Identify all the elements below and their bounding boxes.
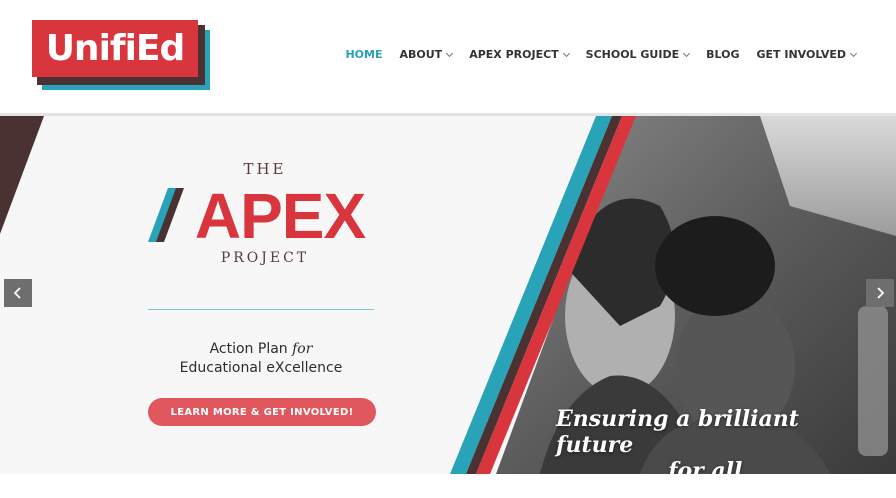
unified-logo[interactable]: UnifiEd xyxy=(32,20,212,92)
tagline-for: for xyxy=(292,341,313,357)
nav-home[interactable]: HOME xyxy=(345,48,382,61)
tagline-line-2: Educational eXcellence xyxy=(179,360,343,376)
chevron-down-icon xyxy=(683,49,691,57)
caption-line-1: Ensuring a brilliant future xyxy=(556,406,799,458)
nav-home-label: HOME xyxy=(345,48,383,61)
logo-box: UnifiEd xyxy=(32,20,198,77)
learn-more-button[interactable]: LEARN MORE & GET INVOLVED! xyxy=(148,398,376,426)
apex-the-label: THE xyxy=(243,160,287,178)
logo-text: UnifiEd xyxy=(45,28,186,69)
hero-slider: THE APEX PROJECT Action Plan for Educati… xyxy=(0,116,896,474)
tagline-line-1: Action Plan for xyxy=(140,340,382,359)
site-header: UnifiEd HOME ABOUT APEX PROJECT SCHOOL G… xyxy=(0,0,896,114)
hero-caption: Ensuring a brilliant future for all xyxy=(556,406,876,474)
slider-next-button[interactable] xyxy=(866,279,894,307)
main-nav: HOME ABOUT APEX PROJECT SCHOOL GUIDE BLO… xyxy=(345,48,858,61)
nav-about-label: ABOUT xyxy=(399,48,443,61)
nav-apex-project[interactable]: APEX PROJECT xyxy=(469,48,570,61)
nav-school-guide[interactable]: SCHOOL GUIDE xyxy=(585,48,691,61)
nav-get-involved-label: GET INVOLVED xyxy=(756,48,847,61)
page-below-hero xyxy=(0,474,896,498)
nav-blog[interactable]: BLOG xyxy=(706,48,739,61)
chevron-down-icon xyxy=(446,49,454,57)
chevron-down-icon xyxy=(849,49,858,57)
hero-tagline: Action Plan for Educational eXcellence xyxy=(140,340,382,378)
nav-get-involved[interactable]: GET INVOLVED xyxy=(756,48,858,61)
tagline-action-plan: Action Plan xyxy=(209,341,293,357)
nav-blog-label: BLOG xyxy=(706,48,740,61)
caption-line-2: for all xyxy=(668,458,743,474)
apex-project-logo: THE APEX PROJECT xyxy=(140,160,390,266)
chevron-left-icon xyxy=(13,287,21,299)
nav-about[interactable]: ABOUT xyxy=(399,48,454,61)
chevron-down-icon xyxy=(562,49,570,57)
slider-prev-button[interactable] xyxy=(4,279,32,307)
apex-wordmark: APEX xyxy=(140,180,390,252)
hero-divider xyxy=(148,309,374,310)
chevron-right-icon xyxy=(877,287,885,299)
nav-apex-project-label: APEX PROJECT xyxy=(469,48,559,61)
nav-school-guide-label: SCHOOL GUIDE xyxy=(585,48,680,61)
apex-title: APEX xyxy=(194,180,366,252)
